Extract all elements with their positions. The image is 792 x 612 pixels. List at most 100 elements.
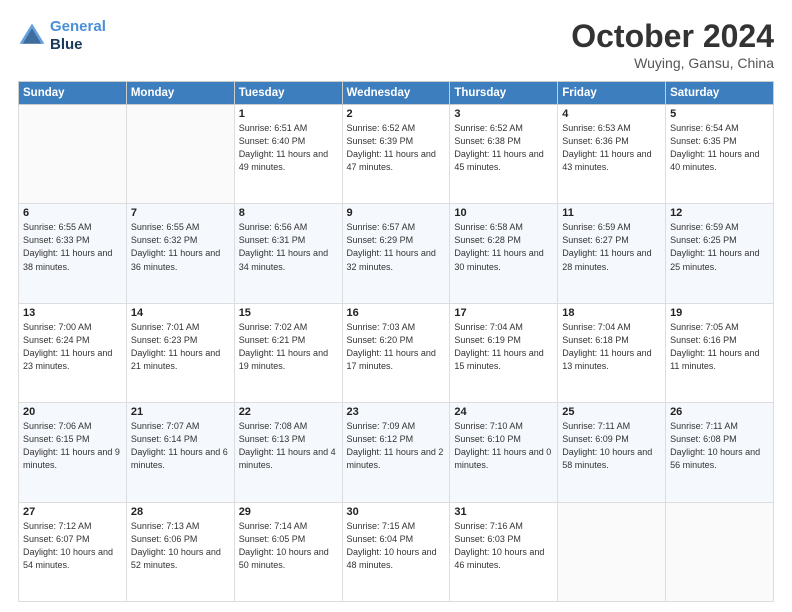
calendar-cell: 21 Sunrise: 7:07 AM Sunset: 6:14 PM Dayli… xyxy=(126,403,234,502)
day-number: 2 xyxy=(347,108,446,120)
calendar-cell: 4 Sunrise: 6:53 AM Sunset: 6:36 PM Daylig… xyxy=(558,105,666,204)
day-info: Sunrise: 7:13 AM Sunset: 6:06 PM Dayligh… xyxy=(131,520,230,572)
day-number: 19 xyxy=(670,307,769,319)
calendar-cell: 11 Sunrise: 6:59 AM Sunset: 6:27 PM Dayli… xyxy=(558,204,666,303)
day-number: 15 xyxy=(239,307,338,319)
day-info: Sunrise: 6:51 AM Sunset: 6:40 PM Dayligh… xyxy=(239,122,338,174)
calendar-cell xyxy=(558,502,666,601)
day-number: 26 xyxy=(670,406,769,418)
day-info: Sunrise: 7:03 AM Sunset: 6:20 PM Dayligh… xyxy=(347,321,446,373)
calendar-cell: 31 Sunrise: 7:16 AM Sunset: 6:03 PM Dayli… xyxy=(450,502,558,601)
day-number: 17 xyxy=(454,307,553,319)
calendar-week-3: 13 Sunrise: 7:00 AM Sunset: 6:24 PM Dayli… xyxy=(19,303,774,402)
day-info: Sunrise: 7:12 AM Sunset: 6:07 PM Dayligh… xyxy=(23,520,122,572)
day-number: 13 xyxy=(23,307,122,319)
calendar-cell: 27 Sunrise: 7:12 AM Sunset: 6:07 PM Dayli… xyxy=(19,502,127,601)
calendar-cell: 22Sunrise: 7:08 AM Sunset: 6:13 PM Dayli… xyxy=(234,403,342,502)
day-number: 18 xyxy=(562,307,661,319)
day-info: Sunrise: 7:02 AM Sunset: 6:21 PM Dayligh… xyxy=(239,321,338,373)
day-info: Sunrise: 7:05 AM Sunset: 6:16 PM Dayligh… xyxy=(670,321,769,373)
day-number: 5 xyxy=(670,108,769,120)
calendar-header-row: SundayMondayTuesdayWednesdayThursdayFrid… xyxy=(19,82,774,105)
calendar-cell: 24 Sunrise: 7:10 AM Sunset: 6:10 PM Dayli… xyxy=(450,403,558,502)
logo-text: General Blue xyxy=(50,18,106,54)
calendar-cell: 30 Sunrise: 7:15 AM Sunset: 6:04 PM Dayli… xyxy=(342,502,450,601)
page: General Blue October 2024 Wuying, Gansu,… xyxy=(0,0,792,612)
day-number: 7 xyxy=(131,207,230,219)
day-number: 14 xyxy=(131,307,230,319)
calendar-cell: 1Sunrise: 6:51 AM Sunset: 6:40 PM Daylig… xyxy=(234,105,342,204)
location: Wuying, Gansu, China xyxy=(571,55,774,71)
calendar-cell xyxy=(666,502,774,601)
calendar-cell: 26 Sunrise: 7:11 AM Sunset: 6:08 PM Dayli… xyxy=(666,403,774,502)
calendar-cell: 15 Sunrise: 7:02 AM Sunset: 6:21 PM Dayli… xyxy=(234,303,342,402)
day-info: Sunrise: 6:55 AM Sunset: 6:33 PM Dayligh… xyxy=(23,221,122,273)
day-number: 8 xyxy=(239,207,338,219)
day-info: Sunrise: 7:10 AM Sunset: 6:10 PM Dayligh… xyxy=(454,420,553,472)
day-info: Sunrise: 7:16 AM Sunset: 6:03 PM Dayligh… xyxy=(454,520,553,572)
day-info: Sunrise: 6:53 AM Sunset: 6:36 PM Dayligh… xyxy=(562,122,661,174)
day-info: Sunrise: 7:14 AM Sunset: 6:05 PM Dayligh… xyxy=(239,520,338,572)
day-number: 30 xyxy=(347,506,446,518)
calendar-cell: 2 Sunrise: 6:52 AM Sunset: 6:39 PM Daylig… xyxy=(342,105,450,204)
calendar-cell: 14Sunrise: 7:01 AM Sunset: 6:23 PM Dayli… xyxy=(126,303,234,402)
weekday-header-friday: Friday xyxy=(558,82,666,105)
day-number: 10 xyxy=(454,207,553,219)
day-number: 21 xyxy=(131,406,230,418)
calendar-cell: 16 Sunrise: 7:03 AM Sunset: 6:20 PM Dayli… xyxy=(342,303,450,402)
calendar-table: SundayMondayTuesdayWednesdayThursdayFrid… xyxy=(18,81,774,602)
calendar-week-2: 6Sunrise: 6:55 AM Sunset: 6:33 PM Daylig… xyxy=(19,204,774,303)
day-number: 27 xyxy=(23,506,122,518)
calendar-cell: 7 Sunrise: 6:55 AM Sunset: 6:32 PM Daylig… xyxy=(126,204,234,303)
calendar-week-4: 20 Sunrise: 7:06 AM Sunset: 6:15 PM Dayli… xyxy=(19,403,774,502)
calendar-cell: 6Sunrise: 6:55 AM Sunset: 6:33 PM Daylig… xyxy=(19,204,127,303)
day-number: 22 xyxy=(239,406,338,418)
calendar-cell: 9Sunrise: 6:57 AM Sunset: 6:29 PM Daylig… xyxy=(342,204,450,303)
day-number: 16 xyxy=(347,307,446,319)
day-info: Sunrise: 7:00 AM Sunset: 6:24 PM Dayligh… xyxy=(23,321,122,373)
day-info: Sunrise: 7:15 AM Sunset: 6:04 PM Dayligh… xyxy=(347,520,446,572)
day-number: 28 xyxy=(131,506,230,518)
calendar-cell: 18Sunrise: 7:04 AM Sunset: 6:18 PM Dayli… xyxy=(558,303,666,402)
day-number: 11 xyxy=(562,207,661,219)
day-info: Sunrise: 6:52 AM Sunset: 6:39 PM Dayligh… xyxy=(347,122,446,174)
weekday-header-thursday: Thursday xyxy=(450,82,558,105)
calendar-cell: 25Sunrise: 7:11 AM Sunset: 6:09 PM Dayli… xyxy=(558,403,666,502)
weekday-header-tuesday: Tuesday xyxy=(234,82,342,105)
day-info: Sunrise: 7:06 AM Sunset: 6:15 PM Dayligh… xyxy=(23,420,122,472)
calendar-cell: 12 Sunrise: 6:59 AM Sunset: 6:25 PM Dayli… xyxy=(666,204,774,303)
calendar-cell: 13 Sunrise: 7:00 AM Sunset: 6:24 PM Dayli… xyxy=(19,303,127,402)
calendar-cell: 3 Sunrise: 6:52 AM Sunset: 6:38 PM Daylig… xyxy=(450,105,558,204)
day-info: Sunrise: 6:56 AM Sunset: 6:31 PM Dayligh… xyxy=(239,221,338,273)
calendar-week-5: 27 Sunrise: 7:12 AM Sunset: 6:07 PM Dayli… xyxy=(19,502,774,601)
day-number: 3 xyxy=(454,108,553,120)
month-title: October 2024 xyxy=(571,18,774,55)
day-info: Sunrise: 7:07 AM Sunset: 6:14 PM Dayligh… xyxy=(131,420,230,472)
day-info: Sunrise: 6:59 AM Sunset: 6:25 PM Dayligh… xyxy=(670,221,769,273)
calendar-cell: 17Sunrise: 7:04 AM Sunset: 6:19 PM Dayli… xyxy=(450,303,558,402)
day-info: Sunrise: 6:54 AM Sunset: 6:35 PM Dayligh… xyxy=(670,122,769,174)
calendar-cell: 19 Sunrise: 7:05 AM Sunset: 6:16 PM Dayli… xyxy=(666,303,774,402)
day-info: Sunrise: 6:55 AM Sunset: 6:32 PM Dayligh… xyxy=(131,221,230,273)
day-number: 31 xyxy=(454,506,553,518)
day-info: Sunrise: 6:52 AM Sunset: 6:38 PM Dayligh… xyxy=(454,122,553,174)
header: General Blue October 2024 Wuying, Gansu,… xyxy=(18,18,774,71)
day-info: Sunrise: 7:11 AM Sunset: 6:09 PM Dayligh… xyxy=(562,420,661,472)
day-info: Sunrise: 7:09 AM Sunset: 6:12 PM Dayligh… xyxy=(347,420,446,472)
day-number: 29 xyxy=(239,506,338,518)
day-number: 4 xyxy=(562,108,661,120)
day-number: 20 xyxy=(23,406,122,418)
day-info: Sunrise: 6:58 AM Sunset: 6:28 PM Dayligh… xyxy=(454,221,553,273)
weekday-header-wednesday: Wednesday xyxy=(342,82,450,105)
calendar-cell xyxy=(19,105,127,204)
day-info: Sunrise: 6:59 AM Sunset: 6:27 PM Dayligh… xyxy=(562,221,661,273)
day-number: 24 xyxy=(454,406,553,418)
title-block: October 2024 Wuying, Gansu, China xyxy=(571,18,774,71)
calendar-cell: 5 Sunrise: 6:54 AM Sunset: 6:35 PM Daylig… xyxy=(666,105,774,204)
calendar-cell: 29 Sunrise: 7:14 AM Sunset: 6:05 PM Dayli… xyxy=(234,502,342,601)
calendar-week-1: 1Sunrise: 6:51 AM Sunset: 6:40 PM Daylig… xyxy=(19,105,774,204)
calendar-cell: 20 Sunrise: 7:06 AM Sunset: 6:15 PM Dayli… xyxy=(19,403,127,502)
day-info: Sunrise: 7:11 AM Sunset: 6:08 PM Dayligh… xyxy=(670,420,769,472)
day-number: 12 xyxy=(670,207,769,219)
logo: General Blue xyxy=(18,18,106,54)
